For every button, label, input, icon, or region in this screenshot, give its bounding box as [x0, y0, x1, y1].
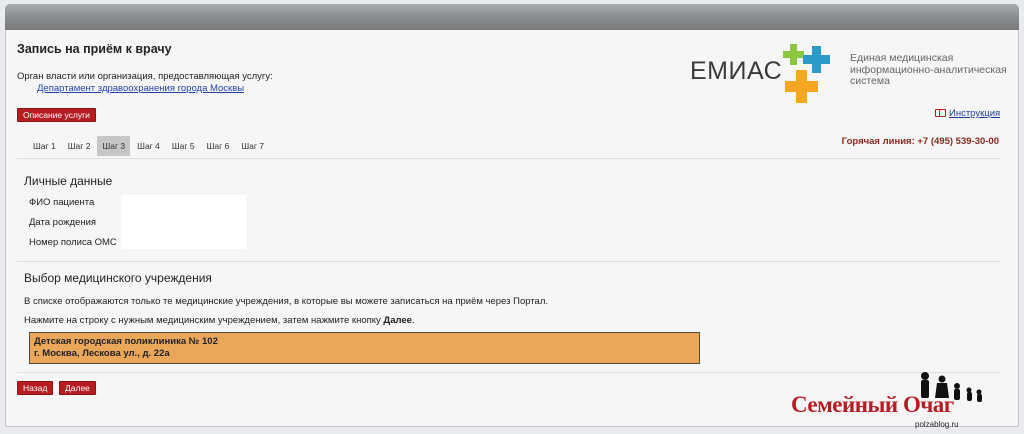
- main-panel: Запись на приём к врачу Орган власти или…: [5, 30, 1019, 427]
- personal-data-values: [121, 195, 246, 249]
- institution-instruction: Нажмите на строку с нужным медицинским у…: [24, 315, 415, 326]
- divider: [17, 158, 1000, 159]
- patient-name-label: ФИО пациента: [29, 197, 95, 208]
- instruction-button-ref: Далее: [383, 315, 412, 326]
- back-button[interactable]: Назад: [17, 381, 54, 395]
- birth-date-label: Дата рождения: [29, 217, 97, 228]
- step-tab[interactable]: Шаг 4: [132, 136, 165, 156]
- hotline: Горячая линия: +7 (495) 539-30-00: [841, 136, 999, 147]
- step-tab-active[interactable]: Шаг 3: [97, 136, 131, 156]
- window-title-bar: [5, 4, 1019, 30]
- institution-heading: Выбор медицинского учреждения: [24, 271, 212, 285]
- step-tab[interactable]: Шаг 5: [167, 136, 200, 156]
- step-tab[interactable]: Шаг 1: [28, 136, 61, 156]
- logo-crosses-icon: [783, 44, 830, 103]
- org-label: Орган власти или организация, предоставл…: [17, 71, 273, 82]
- logo-text: ЕМИАС: [690, 57, 783, 85]
- service-description-button[interactable]: Описание услуги: [17, 108, 96, 122]
- instruction-prefix: Нажмите на строку с нужным медицинским у…: [24, 315, 384, 326]
- clinic-row[interactable]: Детская городская поликлиника № 102 г. М…: [29, 332, 700, 364]
- watermark-text: Семейный Очаг: [791, 392, 954, 417]
- step-tab[interactable]: Шаг 7: [236, 136, 269, 156]
- emias-logo: ЕМИАС Единая медицинская информационно-а…: [690, 40, 1010, 108]
- clinic-address: г. Москва, Лескова ул., д. 22а: [34, 348, 170, 359]
- clinic-name: Детская городская поликлиника № 102: [34, 336, 218, 347]
- instruction-suffix: .: [411, 315, 415, 326]
- watermark-site: polzablog.ru: [915, 420, 959, 429]
- logo-subtitle-line: Единая медицинская: [850, 52, 954, 64]
- org-link[interactable]: Департамент здравоохранения города Москв…: [37, 83, 244, 94]
- step-tab[interactable]: Шаг 2: [63, 136, 96, 156]
- institution-note: В списке отображаются только те медицинс…: [24, 296, 549, 307]
- logo-subtitle: Единая медицинская информационно-аналити…: [850, 52, 1007, 88]
- divider: [17, 261, 1000, 262]
- logo-subtitle-line: система: [850, 75, 890, 87]
- step-tab[interactable]: Шаг 6: [202, 136, 235, 156]
- book-icon: [935, 109, 946, 117]
- instruction-label: Инструкция: [949, 108, 1001, 119]
- policy-number-label: Номер полиса ОМС: [29, 237, 117, 248]
- instruction-link[interactable]: Инструкция: [935, 108, 1000, 119]
- page-title: Запись на приём к врачу: [17, 42, 172, 56]
- steps-nav: Шаг 1 Шаг 2 Шаг 3 Шаг 4 Шаг 5 Шаг 6 Шаг …: [28, 136, 271, 156]
- watermark: Семейный Очаг polzablog.ru: [787, 370, 1003, 430]
- next-button[interactable]: Далее: [59, 381, 96, 395]
- personal-data-heading: Личные данные: [24, 174, 113, 188]
